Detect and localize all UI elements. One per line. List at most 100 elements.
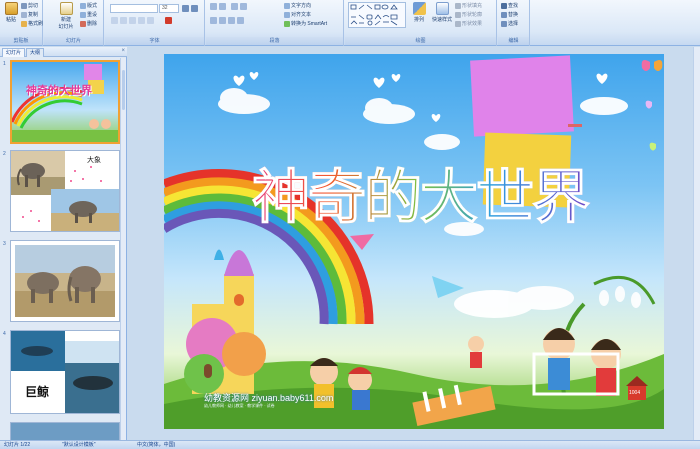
text-direction-icon <box>284 2 290 9</box>
align-right-icon[interactable] <box>228 17 235 24</box>
arrange-icon <box>412 2 426 15</box>
align-center-icon[interactable] <box>219 17 226 24</box>
slide-editing-area: 神奇的大世界 幼教资源网 ziyuan.baby611.com 幼儿教师网 · … <box>128 47 700 440</box>
smartart-label: 转换为 SmartArt <box>291 21 328 27</box>
shape-fill-label: 形状填充 <box>462 3 483 9</box>
drawing-group: 排列 快速样式 形状填充 形状轮廓 形状效果 绘图 <box>345 0 497 46</box>
justify-icon[interactable] <box>237 17 244 24</box>
language-indicator[interactable]: 中文(简体，中国) <box>137 441 175 449</box>
strikethrough-icon[interactable] <box>138 17 145 24</box>
paste-label: 粘贴 <box>5 17 16 23</box>
new-slide-label: 新建 幻灯片 <box>58 17 74 30</box>
panel-scrollbar[interactable] <box>120 58 126 440</box>
slide-counter: 幻灯片 1/22 <box>4 442 31 448</box>
copy-button[interactable]: 复制 <box>21 11 38 19</box>
replace-button[interactable]: 替换 <box>501 11 518 19</box>
align-text-label: 对齐文本 <box>291 12 312 18</box>
bold-icon[interactable] <box>111 17 118 24</box>
thumb-number: 4 <box>3 331 6 337</box>
thumb-3-art <box>15 245 115 317</box>
cut-button[interactable]: 剪切 <box>21 2 38 10</box>
shape-effects-button[interactable]: 形状效果 <box>455 20 482 28</box>
decrease-indent-icon[interactable] <box>231 3 238 10</box>
shape-outline-button[interactable]: 形状轮廓 <box>455 11 482 19</box>
paragraph-group: 文字方向 对齐文本 转换为 SmartArt 段落 <box>206 0 344 46</box>
underline-icon[interactable] <box>129 17 136 24</box>
pen-icon <box>455 11 461 18</box>
delete-slide-button[interactable]: 删除 <box>80 20 97 28</box>
current-slide[interactable]: 神奇的大世界 幼教资源网 ziyuan.baby611.com 幼儿教师网 · … <box>164 54 664 429</box>
font-size-field[interactable]: 32 <box>159 4 179 13</box>
slide-thumbnail-2[interactable]: 大象 <box>10 150 120 232</box>
editing-group-label: 编辑 <box>498 37 529 45</box>
panel-tabs: 幻灯片 大纲 × <box>0 47 127 57</box>
cursor-icon <box>501 20 507 27</box>
align-left-icon[interactable] <box>210 17 217 24</box>
font-group: 32 字体 <box>105 0 205 46</box>
numbering-icon[interactable] <box>219 3 226 10</box>
clipboard-group-label: 剪贴板 <box>0 37 42 45</box>
slides-panel: 幻灯片 大纲 × 1 神奇的大世界 2 大象 3 4 巨鲸 <box>0 47 127 442</box>
slide-thumbnail-4[interactable]: 巨鲸 <box>10 330 120 414</box>
align-text-icon <box>284 11 290 18</box>
layout-icon <box>80 2 86 9</box>
thumb-1-title: 神奇的大世界 <box>26 84 92 97</box>
clipboard-group: 粘贴 剪切 复制 格式刷 剪贴板 <box>0 0 43 46</box>
tab-slides[interactable]: 幻灯片 <box>2 48 26 57</box>
smartart-button[interactable]: 转换为 SmartArt <box>284 20 327 28</box>
panel-scrollbar-thumb[interactable] <box>122 70 125 110</box>
thumb-number: 2 <box>3 151 6 157</box>
thumb-2-label: 大象 <box>87 157 101 164</box>
layout-button[interactable]: 版式 <box>80 2 97 10</box>
slide-thumbnail-3[interactable] <box>10 240 120 322</box>
new-slide-button[interactable]: 新建 幻灯片 <box>56 2 76 30</box>
select-label: 选择 <box>508 21 519 27</box>
slide-thumbnail-1[interactable]: 神奇的大世界 <box>10 60 120 144</box>
thumb-2-art <box>11 151 119 231</box>
replace-label: 替换 <box>508 12 519 18</box>
grow-font-icon[interactable] <box>182 5 189 12</box>
format-painter-label: 格式刷 <box>28 21 44 27</box>
font-size-value: 32 <box>162 5 168 11</box>
reset-icon <box>80 11 86 18</box>
shape-fill-button[interactable]: 形状填充 <box>455 2 482 10</box>
quick-styles-button[interactable]: 快速样式 <box>431 2 453 23</box>
binoculars-icon <box>501 2 507 9</box>
shapes-gallery-icons <box>350 4 398 26</box>
tab-outline[interactable]: 大纲 <box>26 48 45 57</box>
quick-styles-icon <box>435 2 449 15</box>
font-name-field[interactable] <box>110 4 158 13</box>
reset-button[interactable]: 重设 <box>80 11 97 19</box>
paste-icon <box>4 2 18 15</box>
format-painter-button[interactable]: 格式刷 <box>21 20 43 28</box>
close-icon[interactable]: × <box>121 48 125 54</box>
effects-icon <box>455 20 461 27</box>
italic-icon[interactable] <box>120 17 127 24</box>
delete-label: 删除 <box>87 21 98 27</box>
reset-label: 重设 <box>87 12 98 18</box>
arrange-button[interactable]: 排列 <box>409 2 429 23</box>
shapes-gallery[interactable] <box>348 2 406 28</box>
font-color-icon[interactable] <box>165 17 172 24</box>
new-slide-icon <box>59 2 73 15</box>
select-button[interactable]: 选择 <box>501 20 518 28</box>
text-direction-button[interactable]: 文字方向 <box>284 2 311 10</box>
find-button[interactable]: 查找 <box>501 2 518 10</box>
copy-label: 复制 <box>28 12 39 18</box>
replace-icon <box>501 11 507 18</box>
ribbon: 粘贴 剪切 复制 格式刷 剪贴板 新建 幻灯片 版式 重设 删除 幻灯片 32 … <box>0 0 700 46</box>
shape-effects-label: 形状效果 <box>462 21 483 27</box>
align-text-button[interactable]: 对齐文本 <box>284 11 311 19</box>
bullets-icon[interactable] <box>210 3 217 10</box>
slide-thumbnail-5[interactable] <box>10 422 120 442</box>
shrink-font-icon[interactable] <box>191 5 198 12</box>
paste-button[interactable]: 粘贴 <box>2 2 20 23</box>
slide-scrollbar[interactable] <box>693 47 700 440</box>
arrange-label: 排列 <box>413 17 424 23</box>
increase-indent-icon[interactable] <box>240 3 247 10</box>
status-bar: 幻灯片 1/22 "默认设计模板" 中文(简体，中国) <box>0 440 700 449</box>
shadow-icon[interactable] <box>147 17 154 24</box>
slide-title[interactable]: 神奇的大世界 <box>240 150 600 234</box>
quick-styles-label: 快速样式 <box>431 17 452 23</box>
thumb-number: 3 <box>3 241 6 247</box>
